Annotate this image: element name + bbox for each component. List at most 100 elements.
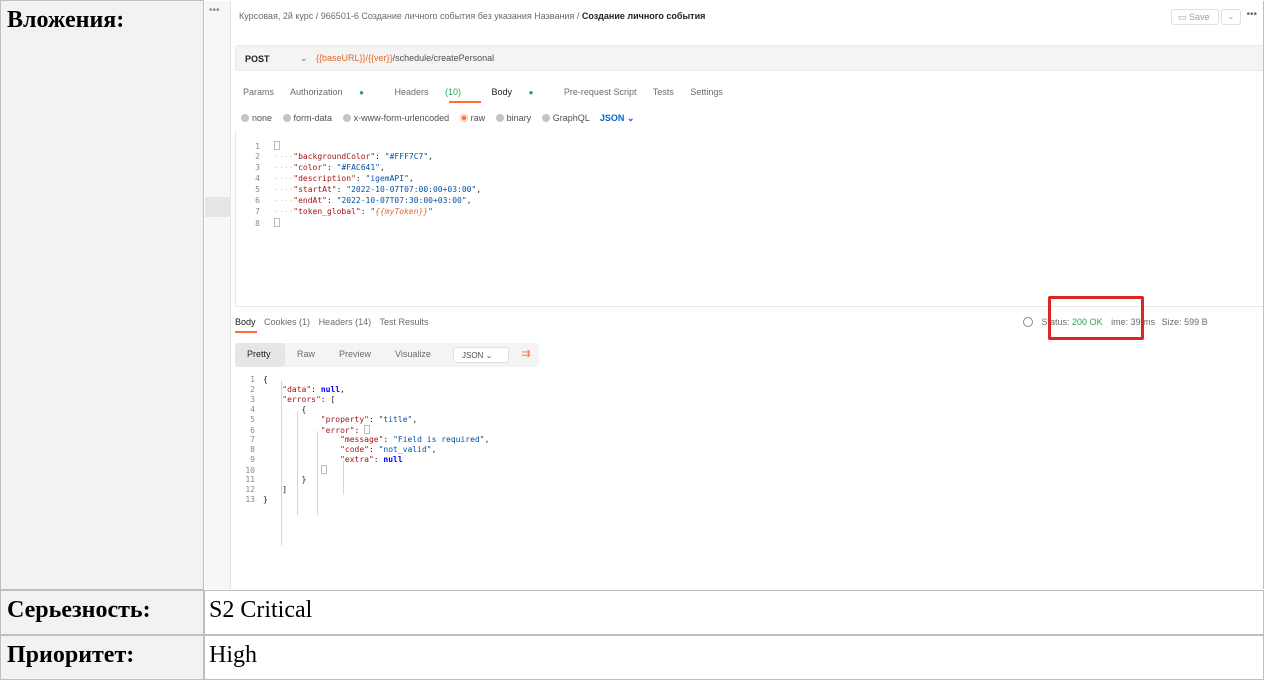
json-key: "color" xyxy=(293,163,327,172)
breadcrumb-path[interactable]: Курсовая, 2й курс / 966501-6 Создание ли… xyxy=(239,11,582,21)
priority-label-cell: Приоритет: xyxy=(0,635,204,680)
line-number: 3 xyxy=(250,395,255,404)
json-variable: {{myToken}} xyxy=(375,207,429,216)
breadcrumb: Курсовая, 2й курс / 966501-6 Создание ли… xyxy=(239,11,705,21)
json-punct: , xyxy=(431,445,437,454)
view-visualize[interactable]: Visualize xyxy=(395,349,431,359)
save-dropdown-button[interactable]: ⌄ xyxy=(1221,9,1241,25)
option-raw: raw xyxy=(470,113,486,123)
radio-urlencoded[interactable] xyxy=(342,114,351,122)
radio-raw[interactable] xyxy=(459,114,468,122)
code-line: 13} xyxy=(235,495,267,505)
save-label: Save xyxy=(1189,12,1210,22)
code-line: 5 "property": "title", xyxy=(235,415,417,425)
view-raw[interactable]: Raw xyxy=(297,349,315,359)
url-input[interactable]: {{baseURL}}/{{ver}}/schedule/createPerso… xyxy=(316,53,494,63)
line-number: 2 xyxy=(250,385,255,394)
fold-bracket-icon[interactable] xyxy=(364,425,371,434)
code-line: 3 "errors": [ xyxy=(235,395,335,405)
json-null: null xyxy=(320,385,341,394)
line-number: 7 xyxy=(255,207,260,216)
fold-bracket-icon[interactable] xyxy=(274,218,280,227)
json-string: "#FFF7C7" xyxy=(384,152,429,161)
json-key: "property" xyxy=(320,415,369,424)
radio-none[interactable] xyxy=(241,114,249,122)
indent-dots: ···· xyxy=(274,207,294,216)
url-bar: POST ⌄ {{baseURL}}/{{ver}}/schedule/crea… xyxy=(235,45,1263,71)
line-number: 8 xyxy=(255,219,260,228)
json-colon: : xyxy=(368,415,379,424)
tab-authorization-label: Authorization xyxy=(290,87,343,97)
option-binary: binary xyxy=(506,113,532,123)
view-preview[interactable]: Preview xyxy=(339,349,371,359)
resp-tab-tests[interactable]: Test Results xyxy=(379,317,428,327)
tab-headers[interactable]: Headers (10) xyxy=(394,87,475,97)
code-line: 3 ····"color": "#FAC641", xyxy=(236,163,385,173)
severity-label-cell: Серьезность: xyxy=(0,590,204,635)
tab-authorization[interactable]: Authorization ● xyxy=(290,87,378,97)
json-key: "backgroundColor" xyxy=(293,152,376,161)
globe-icon[interactable] xyxy=(1023,317,1033,327)
resp-tab-body[interactable]: Body xyxy=(235,317,256,327)
json-string: "2022-10-07T07:00:00+03:00" xyxy=(346,185,477,194)
code-line: 12 ] xyxy=(235,485,287,495)
code-line: 10 xyxy=(235,465,327,475)
response-format-select[interactable]: JSON ⌄ xyxy=(453,347,509,363)
resp-tab-cookies[interactable]: Cookies (1) xyxy=(264,317,310,327)
line-number: 8 xyxy=(250,445,255,454)
code-line: 6 "error": xyxy=(235,425,371,435)
method-select[interactable]: POST xyxy=(245,54,270,64)
json-punct: { xyxy=(263,375,268,384)
json-punct: , xyxy=(428,152,433,161)
tab-params[interactable]: Params xyxy=(243,87,274,97)
priority-label: Приоритет: xyxy=(7,642,135,668)
tab-prerequest[interactable]: Pre-request Script xyxy=(564,87,637,97)
json-key: "extra" xyxy=(340,455,374,464)
sidebar-selected-item[interactable] xyxy=(205,197,231,217)
json-colon: : xyxy=(354,426,365,435)
tab-settings[interactable]: Settings xyxy=(690,87,723,97)
severity-value-cell: S2 Critical xyxy=(204,590,1264,635)
code-line: 8 xyxy=(236,218,280,228)
json-punct: , xyxy=(379,163,385,172)
line-number: 11 xyxy=(245,475,255,484)
code-line: 4 { xyxy=(235,405,306,415)
json-colon: : xyxy=(375,152,385,161)
radio-graphql[interactable] xyxy=(541,114,550,122)
code-line: 6 ····"endAt": "2022-10-07T07:30:00+03:00… xyxy=(236,196,471,206)
method-chevron-icon[interactable]: ⌄ xyxy=(300,53,308,64)
raw-format-select[interactable]: JSON ⌄ xyxy=(600,113,635,123)
breadcrumb-current: Создание личного события xyxy=(581,11,706,21)
tab-tests[interactable]: Tests xyxy=(653,87,674,97)
fold-bracket-icon[interactable] xyxy=(320,465,327,474)
response-body[interactable]: 1{2 "data": null, 3 "errors": [4 {5 "prop… xyxy=(235,371,1263,581)
request-body-editor[interactable]: 1 2 ····"backgroundColor": "#FFF7C7", 3 ····… xyxy=(235,131,1263,307)
json-key: "startAt" xyxy=(293,185,337,194)
wrap-lines-icon[interactable]: ⇉ xyxy=(517,347,535,363)
radio-form-data[interactable] xyxy=(282,114,291,122)
severity-label: Серьезность: xyxy=(7,597,151,623)
response-size[interactable]: Size: 599 B xyxy=(1162,317,1208,327)
json-colon: : xyxy=(326,196,337,205)
url-variables: {{baseURL}}/{{ver}} xyxy=(316,53,393,63)
tab-body[interactable]: Body ● xyxy=(492,87,548,97)
json-colon: : xyxy=(368,445,379,454)
json-punct: , xyxy=(484,435,490,444)
more-options-icon[interactable]: ••• xyxy=(1246,9,1257,20)
json-punct: , xyxy=(412,415,418,424)
option-urlencoded: x-www-form-urlencoded xyxy=(353,113,450,123)
radio-binary[interactable] xyxy=(495,114,504,122)
tab-body-label: Body xyxy=(491,87,513,97)
fold-bracket-icon[interactable] xyxy=(274,141,280,150)
priority-value-cell: High xyxy=(204,635,1264,680)
sidebar-more-icon[interactable]: ••• xyxy=(209,5,220,16)
save-button[interactable]: ▭ Save xyxy=(1171,9,1219,25)
json-colon: : xyxy=(355,174,366,183)
view-pretty[interactable]: Pretty xyxy=(247,349,271,359)
line-number: 2 xyxy=(255,152,260,161)
resp-tab-headers[interactable]: Headers (14) xyxy=(319,317,372,327)
json-colon: : xyxy=(336,185,347,194)
json-string: "not_valid" xyxy=(378,445,432,454)
indent-dots: ···· xyxy=(274,152,294,161)
